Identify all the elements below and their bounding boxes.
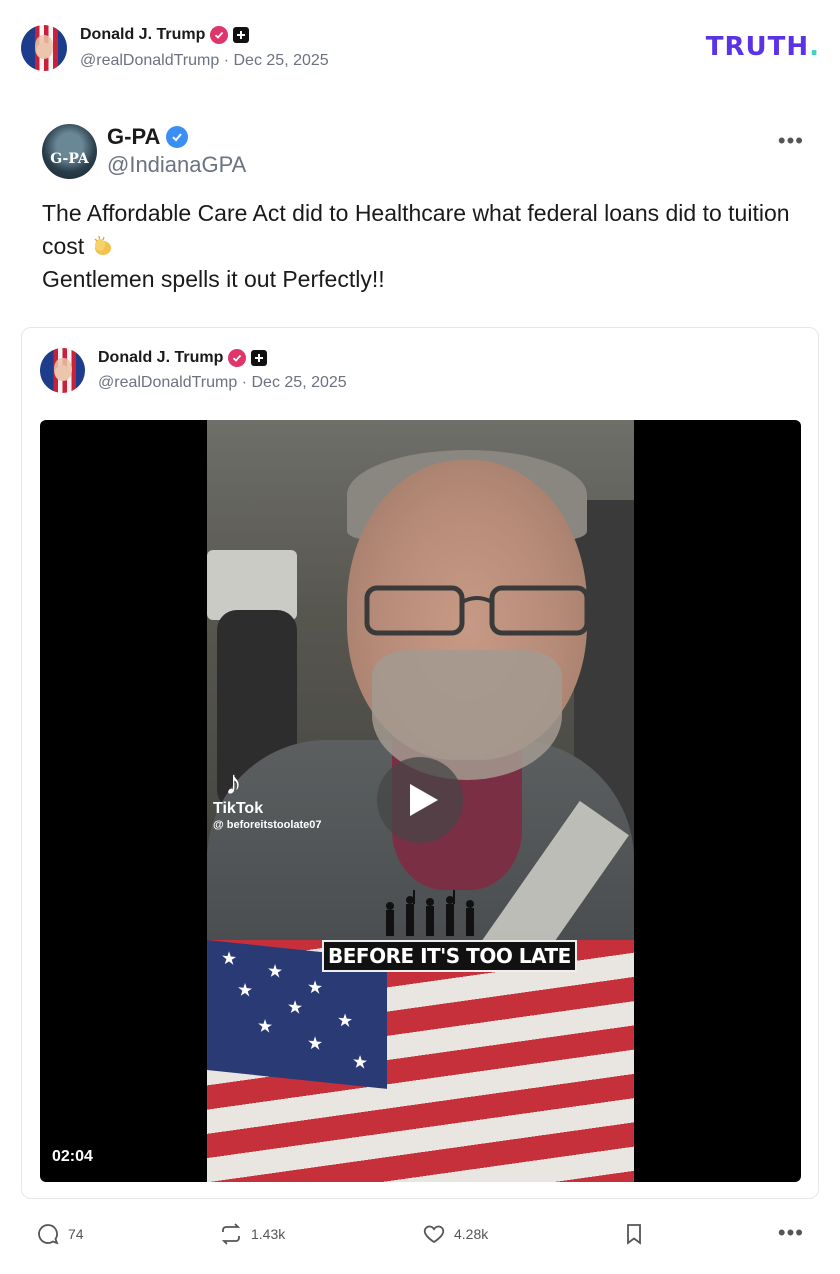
- quoted-handle-date: @realDonaldTrump · Dec 25, 2025: [98, 374, 347, 392]
- play-icon: [410, 784, 438, 816]
- tiktok-watermark: ♪ TikTok @ beforeitstoolate07: [213, 766, 322, 832]
- separator: ·: [241, 374, 248, 391]
- gpa-name-row[interactable]: G-PA: [107, 124, 189, 150]
- gpa-handle[interactable]: @IndianaGPA: [107, 152, 246, 178]
- post-text: The Affordable Care Act did to Healthcar…: [42, 197, 802, 296]
- clapping-hands-icon: [94, 235, 111, 255]
- video-duration: 02:04: [52, 1148, 93, 1165]
- author-avatar[interactable]: [21, 25, 67, 71]
- plus-badge-icon: [233, 27, 250, 43]
- post-text-line2: Gentlemen spells it out Perfectly!!: [42, 266, 385, 292]
- quoted-post-card[interactable]: Donald J. Trump @realDonaldTrump · Dec 2…: [21, 327, 819, 1199]
- like-count: 4.28k: [454, 1226, 489, 1242]
- verified-badge-icon: [228, 349, 247, 367]
- logo-text: TRUTH: [705, 32, 810, 62]
- bookmark-icon: [627, 1224, 641, 1245]
- heart-icon: [423, 1225, 445, 1244]
- truth-social-logo[interactable]: TRUTH.: [706, 32, 820, 62]
- play-button[interactable]: [377, 757, 463, 843]
- video-banner-text: BEFORE IT'S TOO LATE: [322, 940, 577, 972]
- quoted-author-name-row[interactable]: Donald J. Trump: [98, 349, 268, 367]
- more-options-button[interactable]: •••: [778, 128, 804, 154]
- verified-badge-icon: [210, 26, 229, 44]
- gpa-name[interactable]: G-PA: [107, 124, 160, 150]
- tiktok-user: @ beforeitstoolate07: [213, 819, 322, 831]
- author-handle[interactable]: @realDonaldTrump: [80, 52, 219, 69]
- reply-icon: [38, 1224, 59, 1245]
- retruth-button[interactable]: 1.43k: [219, 1222, 285, 1246]
- reply-count: 74: [68, 1226, 84, 1242]
- action-bar: 74 1.43k 4.28k •••: [0, 1212, 840, 1256]
- gpa-avatar-text: G-PA: [50, 151, 89, 167]
- like-button[interactable]: 4.28k: [422, 1222, 488, 1246]
- blue-check-icon: [166, 126, 189, 148]
- author-handle-date: @realDonaldTrump · Dec 25, 2025: [80, 52, 329, 70]
- author-name[interactable]: Donald J. Trump: [80, 26, 205, 44]
- tiktok-brand: TikTok: [213, 800, 264, 817]
- author-name-row[interactable]: Donald J. Trump: [80, 26, 250, 44]
- gpa-avatar[interactable]: G-PA: [42, 124, 97, 179]
- quoted-post-date[interactable]: Dec 25, 2025: [252, 374, 347, 391]
- quoted-author-handle[interactable]: @realDonaldTrump: [98, 374, 237, 391]
- video-player[interactable]: ★ ★ ★ ★ ★ ★ ★ ★ ★ BEFORE IT'S TOO LATE ♪…: [40, 420, 801, 1182]
- soldiers-silhouette-icon: [386, 890, 474, 936]
- reply-button[interactable]: 74: [36, 1222, 84, 1246]
- retruth-count: 1.43k: [251, 1226, 286, 1242]
- tiktok-logo-icon: ♪: [225, 764, 242, 802]
- quoted-author-name[interactable]: Donald J. Trump: [98, 349, 223, 367]
- bookmark-button[interactable]: [622, 1222, 646, 1246]
- post-date[interactable]: Dec 25, 2025: [234, 52, 329, 69]
- more-actions-button[interactable]: •••: [778, 1220, 804, 1246]
- separator: ·: [223, 52, 230, 69]
- retruth-icon: [221, 1223, 241, 1245]
- post-text-line1: The Affordable Care Act did to Healthcar…: [42, 200, 790, 259]
- quoted-author-avatar[interactable]: [40, 348, 85, 393]
- american-flag-image: ★ ★ ★ ★ ★ ★ ★ ★ ★: [207, 940, 634, 1182]
- logo-dot: .: [809, 32, 820, 62]
- plus-badge-icon: [251, 350, 268, 366]
